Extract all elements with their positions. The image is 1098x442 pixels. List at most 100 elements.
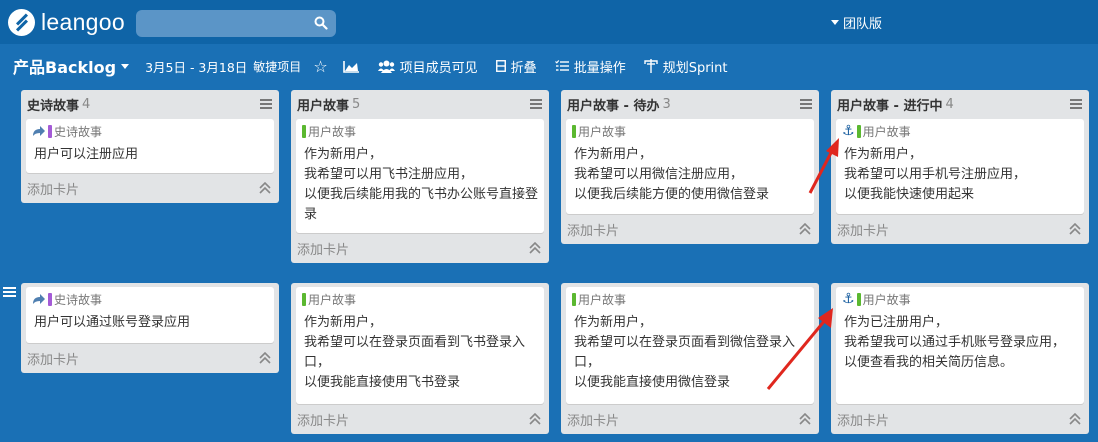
- swimlane-menu-icon[interactable]: [3, 287, 16, 297]
- add-card-button[interactable]: 添加卡片: [561, 214, 819, 244]
- share-arrow-icon: [33, 294, 45, 304]
- batch-operation-label: 批量操作: [573, 60, 626, 76]
- anchor-icon: ⚓: [842, 291, 855, 307]
- card-tag-label: 史诗故事: [54, 124, 103, 139]
- card-tag-label: 用户故事: [862, 292, 911, 307]
- card-text: 作为已注册用户， 我希望我可以通过手机账号登录应用， 以便查看我的相关简历信息。: [844, 315, 1066, 370]
- card-tag-label: 用户故事: [308, 292, 357, 307]
- chart-icon: [342, 60, 359, 73]
- card-text: 用户可以通过账号登录应用: [34, 315, 191, 330]
- add-card-button[interactable]: 添加卡片: [21, 343, 279, 373]
- fold-button[interactable]: 折叠: [495, 57, 537, 76]
- board-header: 产品Backlog 3月5日 - 3月18日 敏捷项目 ☆ 项目成员可见 折叠: [0, 48, 1098, 84]
- card[interactable]: 用户故事 作为新用户， 我希望可以在登录页面看到飞书登录入口， 以便我能直接使用…: [296, 287, 544, 404]
- card-tags: 史诗故事: [32, 123, 268, 139]
- collapse-icon[interactable]: [1069, 413, 1081, 425]
- collapse-icon[interactable]: [1069, 223, 1081, 235]
- list-count: 5: [352, 97, 361, 112]
- list-menu-icon[interactable]: [260, 99, 272, 109]
- list-header[interactable]: 用户故事 5: [291, 90, 549, 119]
- caret-down-icon: [831, 20, 839, 25]
- card-tag-label: 史诗故事: [54, 292, 103, 307]
- card-text: 作为新用户， 我希望可以在登录页面看到飞书登录入口， 以便我能直接使用飞书登录: [304, 315, 526, 390]
- list-title: 用户故事: [297, 99, 350, 114]
- users-icon: [377, 60, 395, 73]
- list-title: 用户故事 - 进行中: [837, 99, 943, 114]
- collapse-icon[interactable]: [799, 413, 811, 425]
- list-menu-icon[interactable]: [1070, 99, 1082, 109]
- collapse-icon[interactable]: [259, 182, 271, 194]
- story-tag-color: [302, 124, 306, 138]
- card-text: 作为新用户， 我希望可以用微信注册应用， 以便我后续能方便的使用微信登录: [574, 147, 770, 202]
- members-visible-label: 项目成员可见: [399, 60, 478, 76]
- search-input[interactable]: [136, 10, 336, 37]
- chart-button[interactable]: [342, 60, 360, 73]
- card[interactable]: ⚓ 用户故事 作为已注册用户， 我希望我可以通过手机账号登录应用， 以便查看我的…: [836, 287, 1084, 404]
- logo[interactable]: leangoo: [8, 8, 125, 36]
- card[interactable]: 用户故事 作为新用户， 我希望可以用飞书注册应用， 以便我后续能用我的飞书办公账…: [296, 119, 544, 233]
- list-menu-icon[interactable]: [530, 99, 542, 109]
- list-count: 4: [945, 97, 954, 112]
- project-type: 敏捷项目: [253, 59, 302, 74]
- add-card-label: 添加卡片: [837, 223, 890, 239]
- card[interactable]: 史诗故事 用户可以通过账号登录应用: [26, 287, 274, 343]
- list-count: 4: [82, 97, 91, 112]
- collapse-icon[interactable]: [799, 223, 811, 235]
- add-card-button[interactable]: 添加卡片: [831, 214, 1089, 244]
- board-title-menu[interactable]: 产品Backlog: [13, 54, 130, 78]
- add-card-label: 添加卡片: [297, 413, 350, 429]
- sprint-icon: [644, 59, 658, 73]
- card[interactable]: 用户故事 作为新用户， 我希望可以用微信注册应用， 以便我后续能方便的使用微信登…: [566, 119, 814, 214]
- list-story-row1: 用户故事 5 用户故事 作为新用户， 我希望可以用飞书注册应用， 以便我后续能用…: [291, 90, 549, 263]
- fold-label: 折叠: [510, 60, 537, 76]
- card-tag-label: 用户故事: [578, 124, 627, 139]
- card-text: 作为新用户， 我希望可以用飞书注册应用， 以便我后续能用我的飞书办公账号直接登录: [304, 147, 539, 222]
- list-epic-row1: 史诗故事 4 史诗故事 用户可以注册应用 添加卡片: [21, 90, 279, 203]
- list-title: 用户故事 - 待办: [567, 99, 660, 114]
- list-epic-row2: 史诗故事 用户可以通过账号登录应用 添加卡片: [21, 283, 279, 373]
- card-tag-label: 用户故事: [862, 124, 911, 139]
- top-nav: leangoo 团队版: [0, 0, 1098, 44]
- batch-operation-button[interactable]: 批量操作: [554, 57, 626, 76]
- add-card-button[interactable]: 添加卡片: [831, 404, 1089, 434]
- card[interactable]: ⚓ 用户故事 作为新用户， 我希望可以用手机号注册应用， 以便我能快速使用起来: [836, 119, 1084, 214]
- add-card-label: 添加卡片: [27, 182, 80, 198]
- list-header[interactable]: 用户故事 - 待办 3: [561, 90, 819, 119]
- card[interactable]: 史诗故事 用户可以注册应用: [26, 119, 274, 173]
- add-card-button[interactable]: 添加卡片: [291, 404, 549, 434]
- list-inprogress-row1: 用户故事 - 进行中 4 ⚓ 用户故事 作为新用户， 我希望可以用手机号注册应用…: [831, 90, 1089, 244]
- sprint-dates[interactable]: 3月5日 - 3月18日: [145, 57, 247, 76]
- list-header[interactable]: 用户故事 - 进行中 4: [831, 90, 1089, 119]
- add-card-button[interactable]: 添加卡片: [291, 233, 549, 263]
- add-card-label: 添加卡片: [567, 223, 620, 239]
- collapse-icon[interactable]: [529, 413, 541, 425]
- card-tags: ⚓ 用户故事: [842, 291, 1078, 307]
- caret-down-icon: [121, 63, 130, 69]
- logo-text: leangoo: [41, 8, 125, 35]
- card-tags: 用户故事: [302, 291, 538, 307]
- card-tag-label: 用户故事: [578, 292, 627, 307]
- add-card-label: 添加卡片: [27, 352, 80, 368]
- plan-sprint-label: 规划Sprint: [662, 60, 728, 76]
- card-tags: 史诗故事: [32, 291, 268, 307]
- members-visible-button[interactable]: 项目成员可见: [377, 57, 478, 76]
- list-story-row2: 用户故事 作为新用户， 我希望可以在登录页面看到飞书登录入口， 以便我能直接使用…: [291, 283, 549, 434]
- list-header[interactable]: 史诗故事 4: [21, 90, 279, 119]
- star-icon[interactable]: ☆: [313, 57, 327, 76]
- team-edition-menu[interactable]: 团队版: [831, 13, 882, 32]
- add-card-button[interactable]: 添加卡片: [561, 404, 819, 434]
- card-tags: ⚓ 用户故事: [842, 123, 1078, 139]
- collapse-icon[interactable]: [259, 352, 271, 364]
- add-card-button[interactable]: 添加卡片: [21, 173, 279, 203]
- add-card-label: 添加卡片: [297, 242, 350, 258]
- epic-tag-color: [48, 292, 52, 306]
- annotation-arrow-icon: [766, 308, 833, 390]
- team-label: 团队版: [843, 17, 883, 32]
- fold-icon: [495, 60, 506, 72]
- collapse-icon[interactable]: [529, 242, 541, 254]
- list-menu-icon[interactable]: [800, 99, 812, 109]
- epic-tag-color: [48, 124, 52, 138]
- search-icon[interactable]: [314, 16, 328, 30]
- story-tag-color: [856, 292, 861, 306]
- plan-sprint-button[interactable]: 规划Sprint: [644, 57, 728, 76]
